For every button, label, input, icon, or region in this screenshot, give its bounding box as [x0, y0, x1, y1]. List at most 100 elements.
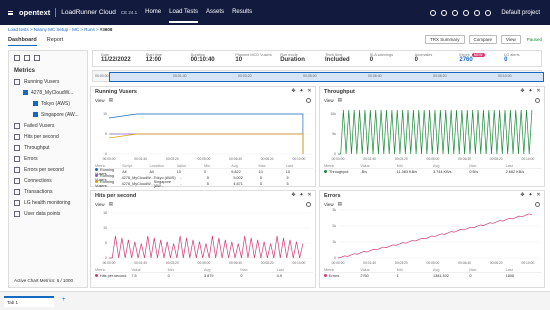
home-icon[interactable] — [441, 9, 448, 16]
compare-button[interactable]: Compare — [468, 35, 498, 44]
zoom-icon[interactable] — [306, 97, 311, 103]
timeline-scrubber[interactable]: 00:00:00 00:01:40 00:03:20 00:05:00 00:0… — [92, 70, 544, 82]
y-tick-label: 3k — [332, 208, 336, 212]
metric-connections[interactable]: Connections — [9, 175, 87, 186]
legend-cell: 5 — [206, 176, 209, 180]
metric-tokyo[interactable]: Tokyo (AWS) — [9, 98, 87, 109]
legend-header-cell: Value — [176, 163, 187, 168]
move-icon[interactable]: ✥ — [520, 89, 525, 94]
zoom-icon[interactable] — [535, 97, 540, 103]
trx-summary-button[interactable]: TRX Summary — [425, 35, 465, 44]
legend-cell: 1 — [396, 274, 399, 278]
notifications-icon[interactable] — [474, 9, 481, 16]
tab-dashboard[interactable]: Dashboard — [8, 37, 37, 46]
copy-icon[interactable] — [14, 55, 20, 61]
x-tick-label: 00:10:00 — [521, 157, 534, 161]
search-icon[interactable] — [430, 9, 437, 16]
checkbox[interactable] — [33, 101, 38, 106]
tab-report[interactable]: Report — [47, 37, 64, 46]
menu-icon[interactable] — [8, 10, 13, 15]
legend-header-cell: Last — [505, 267, 513, 272]
grid-icon[interactable] — [24, 55, 30, 61]
move-icon[interactable]: ✥ — [291, 89, 296, 94]
pin-icon[interactable]: ✦ — [299, 193, 304, 198]
export-icon[interactable]: ▤ — [338, 201, 342, 207]
view-dropdown[interactable]: View — [324, 98, 334, 103]
export-icon[interactable]: ▤ — [109, 97, 113, 103]
close-icon[interactable]: ✕ — [307, 193, 312, 198]
transactions-icon — [14, 188, 20, 195]
move-icon[interactable]: ✥ — [291, 193, 296, 198]
legend-cell: Throughput — [324, 170, 360, 174]
x-tick-label: 00:05:00 — [427, 261, 440, 265]
summary-errors[interactable]: Errors NEW 2760 — [451, 51, 496, 66]
help-icon[interactable] — [463, 9, 470, 16]
legend-row[interactable]: Running Vusers 4278_MyCloudW... Singapore … — [95, 180, 313, 188]
move-icon[interactable]: ✥ — [520, 193, 525, 198]
legend-header-cell: Value — [131, 267, 141, 272]
close-icon[interactable]: ✕ — [307, 89, 312, 94]
checkbox[interactable] — [23, 90, 28, 95]
throughput-legend: Metric Value Min Avg Max Last Throughput -B/s 11… — [324, 163, 542, 175]
metric-user-data[interactable]: User data points — [9, 208, 87, 219]
view-dropdown[interactable]: View — [95, 202, 105, 207]
legend-header-cell: Metric — [324, 267, 335, 272]
pin-icon[interactable]: ✦ — [299, 89, 304, 94]
view-dropdown[interactable]: View — [501, 35, 521, 44]
breadcrumb-path[interactable]: Load tests > Nanny MC Setup - MC > Runs … — [8, 27, 100, 32]
export-icon[interactable]: ▤ — [338, 97, 342, 103]
user-icon[interactable] — [485, 9, 492, 16]
metric-script[interactable]: 4278_MyCloudW... — [9, 87, 87, 98]
close-icon[interactable]: ✕ — [536, 193, 541, 198]
sidebar-tools — [9, 51, 87, 65]
view-dropdown[interactable]: View — [324, 202, 334, 207]
checkbox[interactable] — [33, 112, 38, 117]
hits-chart: 0 5 10 15 00:00:00 00:01:40 00:03:20 00:05:00 00… — [103, 211, 311, 265]
metric-hits[interactable]: Hits per second — [9, 131, 87, 142]
legend-cell: Running Vusers — [95, 180, 115, 188]
bottom-tabbar: Tab 1 + — [0, 291, 550, 310]
legend-cell: Hits per second — [95, 274, 131, 278]
settings-icon[interactable] — [452, 9, 459, 16]
export-icon[interactable]: ▤ — [109, 201, 113, 207]
series-dot — [324, 274, 327, 277]
legend-row[interactable]: Throughput -B/s 11.383 KB/s 3.744 KB/s 0 B/s… — [324, 169, 542, 175]
metric-failed-vusers[interactable]: Failed Vusers — [9, 120, 87, 131]
zoom-icon[interactable] — [306, 201, 311, 207]
nav-home[interactable]: Home — [145, 3, 161, 23]
tab-1[interactable]: Tab 1 — [4, 296, 54, 307]
legend-row[interactable]: Hits per second 7.5 0 3.879 0 4.9 — [95, 273, 313, 279]
paused-status[interactable]: Paused — [527, 37, 542, 42]
view-dropdown[interactable]: View — [95, 98, 105, 103]
summary-lg-alerts: LG alerts 0 — [504, 53, 520, 63]
metric-errors[interactable]: Errors — [9, 153, 87, 164]
running-vusers-chart: 0 5 10 00:00:00 00:01:40 00:03:20 00:05:00 00:0… — [103, 112, 311, 161]
legend-header-cell: Metric — [95, 267, 106, 272]
nav-load-tests[interactable]: Load Tests — [169, 3, 199, 23]
metric-throughput[interactable]: Throughput — [9, 142, 87, 153]
errors-legend: Metric Value Min Avg Max Last Errors 2760 1 1381.… — [324, 267, 542, 279]
legend-header-cell: Min — [396, 163, 403, 168]
hits-icon — [14, 133, 20, 140]
zoom-icon[interactable] — [535, 201, 540, 207]
nav-assets[interactable]: Assets — [206, 3, 224, 23]
pin-icon[interactable]: ✦ — [528, 193, 533, 198]
pin-icon[interactable]: ✦ — [528, 89, 533, 94]
legend-row[interactable]: Errors 2760 1 1381.402 0 1808 — [324, 273, 542, 279]
metric-singapore[interactable]: Singapore (AW... — [9, 109, 87, 120]
metric-lg-health[interactable]: LG health monitoring — [9, 197, 87, 208]
legend-cell: 0 — [167, 274, 170, 278]
legend-cell: 10 — [258, 170, 263, 174]
close-icon[interactable]: ✕ — [536, 89, 541, 94]
metric-errors-per-second[interactable]: Errors per second — [9, 164, 87, 175]
y-tick-label: 0 — [334, 152, 336, 156]
metric-running-vusers[interactable]: Running Vusers — [9, 76, 87, 87]
settings-icon[interactable] — [34, 55, 40, 61]
legend-header-cell: Avg — [432, 267, 440, 272]
project-selector[interactable]: Default project — [501, 10, 540, 16]
add-tab-button[interactable]: + — [62, 297, 66, 303]
legend-cell: Singapore (AW... — [153, 180, 171, 188]
panel-title: Throughput — [324, 88, 355, 95]
nav-results[interactable]: Results — [232, 3, 252, 23]
metric-transactions[interactable]: Transactions — [9, 186, 87, 197]
